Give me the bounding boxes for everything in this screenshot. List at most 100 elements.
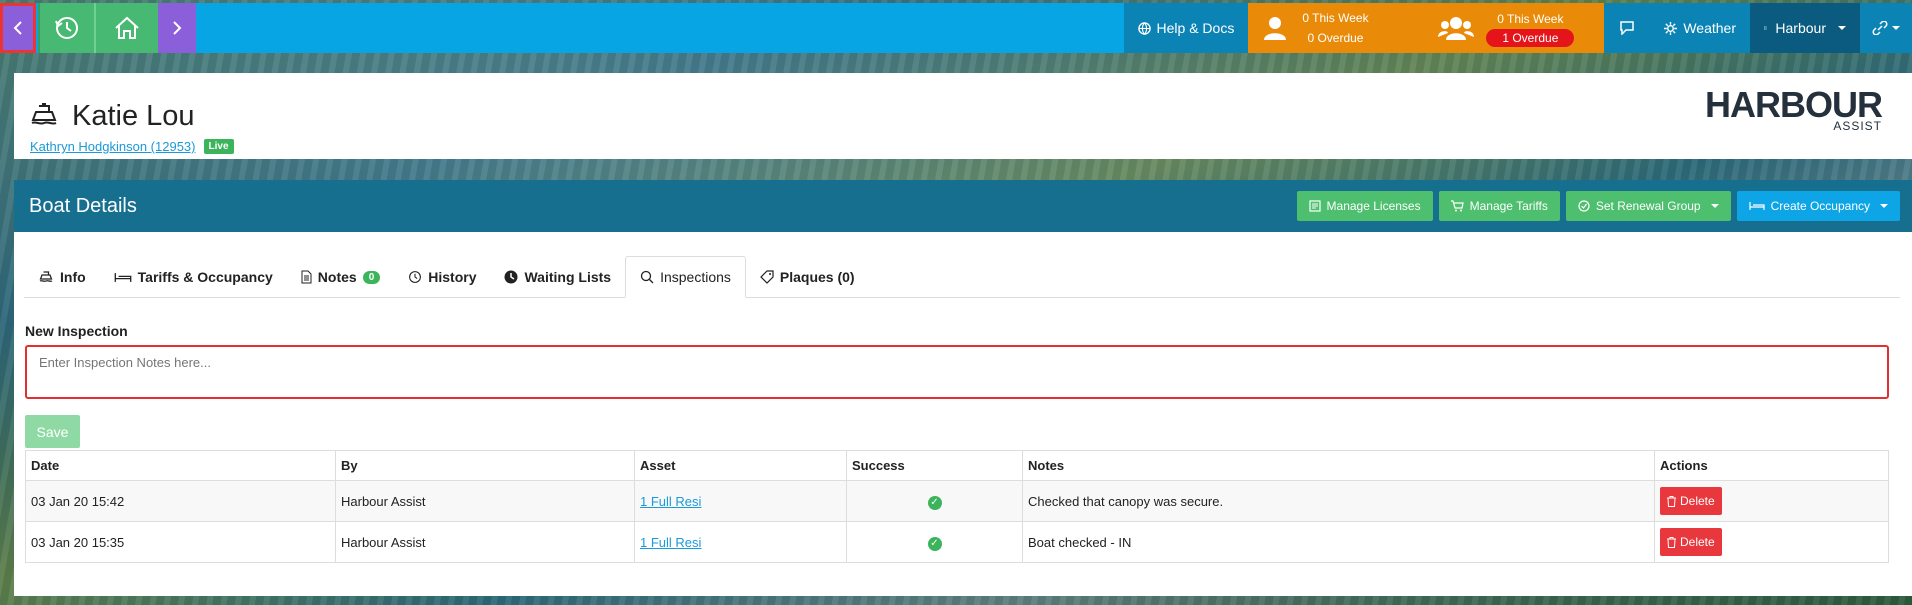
row-asset-cell: 1 Full Resi	[634, 521, 847, 563]
panel-title: Boat Details	[29, 194, 137, 217]
delete-button[interactable]: Delete	[1660, 487, 1722, 515]
tab-waiting-lists[interactable]: Waiting Lists	[490, 257, 625, 297]
boat-title: Katie Lou	[28, 100, 195, 133]
tab-notes-label: Notes	[317, 269, 357, 285]
tab-plaques-label: Plaques (0)	[779, 269, 855, 285]
search-icon	[640, 270, 654, 284]
create-occupancy-label: Create Occupancy	[1770, 199, 1870, 213]
bed-icon	[114, 272, 132, 282]
my-overdue: 0 Overdue	[1307, 31, 1364, 45]
link-icon	[1872, 21, 1888, 35]
user-icon	[1264, 17, 1287, 40]
inspections-table: Date By Asset Success Notes Actions 03 J…	[25, 450, 1889, 563]
col-actions: Actions	[1654, 450, 1889, 481]
boat-header-card: Katie Lou Kathryn Hodgkinson (12953) Liv…	[14, 73, 1912, 159]
history-icon	[55, 17, 78, 39]
links-dropdown[interactable]	[1860, 3, 1912, 53]
delete-button[interactable]: Delete	[1660, 528, 1722, 556]
home-icon	[115, 16, 139, 39]
tab-inspections[interactable]: Inspections	[625, 256, 746, 298]
my-this-week: 0 This Week	[1302, 11, 1369, 25]
row-notes: Checked that canopy was secure.	[1022, 480, 1655, 522]
table-row: 03 Jan 20 15:35 Harbour Assist 1 Full Re…	[25, 521, 1889, 563]
license-icon	[1308, 200, 1321, 212]
asset-link[interactable]: 1 Full Resi	[640, 535, 701, 550]
back-button[interactable]	[0, 3, 36, 53]
logo-main: HARBOUR	[1705, 84, 1883, 125]
row-actions: Delete	[1654, 521, 1889, 563]
manage-tariffs-button[interactable]: Manage Tariffs	[1438, 191, 1560, 221]
asset-link[interactable]: 1 Full Resi	[640, 494, 701, 509]
row-actions: Delete	[1654, 480, 1889, 522]
clock-icon	[504, 270, 518, 284]
trash-icon	[1667, 536, 1676, 548]
tab-history-label: History	[428, 269, 477, 285]
caret-down-icon	[1710, 204, 1719, 208]
history-button[interactable]	[38, 3, 94, 53]
col-asset: Asset	[634, 450, 847, 481]
tab-bar: Info Tariffs & Occupancy Notes 0 History…	[24, 256, 1900, 298]
harbour-assist-logo: HARBOUR ASSIST	[1705, 84, 1883, 134]
set-renewal-group-label: Set Renewal Group	[1595, 199, 1701, 213]
tab-history[interactable]: History	[394, 257, 490, 297]
check-circle-icon	[1578, 200, 1590, 212]
team-this-week: 0 This Week	[1497, 12, 1564, 26]
manage-licenses-button[interactable]: Manage Licenses	[1296, 191, 1433, 221]
col-success: Success	[846, 450, 1023, 481]
row-date: 03 Jan 20 15:35	[25, 521, 336, 563]
boat-icon	[39, 270, 53, 282]
my-tasks-widget[interactable]: 0 This Week 0 Overdue	[1248, 3, 1425, 53]
team-overdue-badge: 1 Overdue	[1486, 29, 1575, 47]
owner-link[interactable]: Kathryn Hodgkinson (12953)	[30, 139, 196, 154]
tag-icon	[760, 270, 774, 284]
help-docs-button[interactable]: Help & Docs	[1123, 3, 1249, 53]
row-date: 03 Jan 20 15:42	[25, 480, 336, 522]
caret-down-icon	[1880, 204, 1888, 208]
help-docs-label: Help & Docs	[1156, 20, 1235, 36]
harbour-label: Harbour	[1775, 20, 1826, 36]
owner-row: Kathryn Hodgkinson (12953) Live	[30, 139, 234, 154]
tab-inspections-label: Inspections	[660, 269, 731, 285]
status-badge: Live	[203, 139, 234, 154]
col-by: By	[335, 450, 635, 481]
table-header-row: Date By Asset Success Notes Actions	[25, 450, 1889, 481]
manage-licenses-label: Manage Licenses	[1326, 199, 1421, 213]
top-navbar: Help & Docs 0 This Week 0 Overdue 0 This…	[0, 3, 1912, 53]
caret-down-icon	[1838, 26, 1846, 30]
tab-info-label: Info	[60, 269, 86, 285]
inspection-notes-input[interactable]	[25, 345, 1889, 399]
team-tasks-widget[interactable]: 0 This Week 1 Overdue	[1424, 3, 1605, 53]
messages-button[interactable]	[1604, 3, 1651, 53]
gear-icon	[1664, 21, 1678, 35]
create-occupancy-button[interactable]: Create Occupancy	[1736, 191, 1900, 221]
success-check-icon: ✓	[927, 495, 942, 510]
harbour-logo-icon	[1764, 26, 1768, 30]
harbour-dropdown[interactable]: Harbour	[1750, 3, 1860, 53]
tab-tariffs-label: Tariffs & Occupancy	[137, 269, 273, 285]
trash-icon	[1667, 495, 1676, 507]
delete-label: Delete	[1680, 494, 1715, 508]
tab-waiting-label: Waiting Lists	[524, 269, 612, 285]
tab-notes[interactable]: Notes 0	[287, 257, 394, 297]
boat-name: Katie Lou	[72, 100, 195, 132]
col-date: Date	[25, 450, 336, 481]
boat-details-panel: Boat Details Manage Licenses Manage Tari…	[14, 180, 1912, 596]
forward-button[interactable]	[158, 3, 196, 53]
tab-plaques[interactable]: Plaques (0)	[746, 257, 869, 297]
row-success: ✓	[846, 480, 1023, 522]
row-by: Harbour Assist	[335, 480, 635, 522]
document-icon	[301, 270, 312, 284]
set-renewal-group-button[interactable]: Set Renewal Group	[1565, 191, 1731, 221]
weather-button[interactable]: Weather	[1650, 3, 1750, 53]
manage-tariffs-label: Manage Tariffs	[1469, 199, 1548, 213]
home-button[interactable]	[94, 3, 158, 53]
weather-label: Weather	[1683, 20, 1736, 36]
caret-down-icon	[1892, 26, 1900, 30]
save-button[interactable]: Save	[25, 415, 80, 448]
globe-icon	[1137, 21, 1151, 35]
tab-info[interactable]: Info	[24, 257, 100, 297]
tab-tariffs-occupancy[interactable]: Tariffs & Occupancy	[100, 257, 287, 297]
col-notes: Notes	[1022, 450, 1655, 481]
success-check-icon: ✓	[927, 536, 942, 551]
table-row: 03 Jan 20 15:42 Harbour Assist 1 Full Re…	[25, 480, 1889, 522]
